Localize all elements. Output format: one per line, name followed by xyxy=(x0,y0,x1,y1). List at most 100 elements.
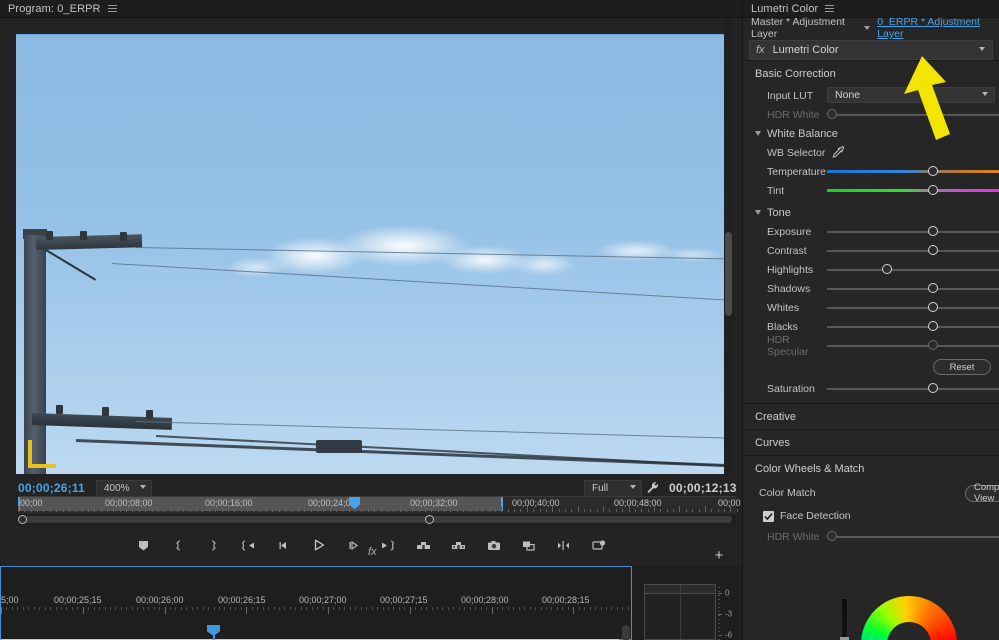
export-frame-icon[interactable] xyxy=(485,537,502,554)
slider-knob[interactable] xyxy=(928,283,938,293)
tone-row-whites: Whites xyxy=(743,298,999,317)
transform-corner-handle[interactable] xyxy=(28,440,56,468)
hamburger-icon[interactable] xyxy=(825,5,834,12)
slider-knob[interactable] xyxy=(928,185,938,195)
extract-icon[interactable] xyxy=(450,537,467,554)
video-frame[interactable] xyxy=(16,34,726,474)
slider-knob[interactable] xyxy=(882,264,892,274)
subsection-white-balance[interactable]: White Balance xyxy=(743,124,999,143)
button-editor-icon[interactable] xyxy=(590,537,607,554)
contrast-slider[interactable] xyxy=(827,241,999,260)
current-timecode[interactable]: 00;00;26;11 xyxy=(18,481,85,495)
insulator xyxy=(102,407,109,416)
duration-timecode[interactable]: 00;00;12;13 xyxy=(669,481,737,495)
play-stop-icon[interactable] xyxy=(310,537,327,554)
color-wheel-luma-slider[interactable] xyxy=(841,598,848,640)
slider-label: Highlights xyxy=(767,264,827,276)
multicam-icon[interactable] xyxy=(555,537,572,554)
slider-knob[interactable] xyxy=(928,383,938,393)
audio-meter-box[interactable] xyxy=(644,584,716,640)
timeline-playhead-line xyxy=(213,635,215,640)
timeline-ruler[interactable]: 5;0000;00;25;1500;00;26;0000;00;26;1500;… xyxy=(1,595,631,619)
step-back-icon[interactable] xyxy=(275,537,292,554)
slider-knob[interactable] xyxy=(928,302,938,312)
input-lut-label: Input LUT xyxy=(767,90,827,102)
hamburger-icon[interactable] xyxy=(108,5,117,12)
slider-knob[interactable] xyxy=(827,531,837,541)
tab-program-monitor[interactable]: Program: 0_ERPR xyxy=(8,3,101,15)
add-marker-icon[interactable] xyxy=(135,537,152,554)
hdr-specular-slider[interactable] xyxy=(827,336,999,355)
temperature-slider[interactable] xyxy=(827,162,999,181)
section-creative[interactable]: Creative xyxy=(743,403,999,429)
face-detection-checkbox[interactable] xyxy=(763,511,774,522)
exposure-slider[interactable] xyxy=(827,222,999,241)
video-preview-stage[interactable] xyxy=(0,18,742,476)
color-wheel[interactable] xyxy=(861,596,957,640)
timeline-panel[interactable]: 5;0000;00;25;1500;00;26;0000;00;26;1500;… xyxy=(0,566,632,640)
eyedropper-icon[interactable] xyxy=(831,145,846,163)
lift-icon[interactable] xyxy=(415,537,432,554)
target-master-label[interactable]: Master * Adjustment Layer xyxy=(751,16,857,40)
timeline-label: 00;00;28;00 xyxy=(461,595,509,605)
compare-view-button[interactable]: Compare View xyxy=(965,485,999,502)
mark-in-icon[interactable] xyxy=(170,537,187,554)
step-forward-icon[interactable] xyxy=(345,537,362,554)
video-vertical-scrollbar[interactable] xyxy=(724,18,733,476)
shadows-slider[interactable] xyxy=(827,279,999,298)
go-to-in-icon[interactable] xyxy=(240,537,257,554)
input-lut-dropdown[interactable]: None xyxy=(827,87,995,103)
slider-knob[interactable] xyxy=(928,245,938,255)
triangle-down-icon xyxy=(755,131,761,136)
slider-knob[interactable] xyxy=(928,166,938,176)
audio-meter-channel-left xyxy=(645,585,681,639)
db-label: 0 xyxy=(725,589,729,598)
db-minor-tick xyxy=(718,607,720,608)
db-minor-tick xyxy=(718,623,720,624)
timeline-vertical-scrollbar[interactable] xyxy=(622,625,630,640)
tint-slider[interactable] xyxy=(827,181,999,200)
section-curves[interactable]: Curves xyxy=(743,429,999,455)
slider-label: Blacks xyxy=(767,321,827,333)
db-minor-tick xyxy=(718,599,720,600)
mark-out-icon[interactable] xyxy=(205,537,222,554)
wrench-icon[interactable] xyxy=(646,481,659,497)
slider-label: Exposure xyxy=(767,226,827,238)
utility-pole xyxy=(24,235,46,474)
db-minor-tick xyxy=(718,631,720,632)
zoom-handle-right[interactable] xyxy=(425,515,434,524)
blacks-slider[interactable] xyxy=(827,317,999,336)
slider-knob[interactable] xyxy=(827,109,837,119)
chevron-down-icon[interactable] xyxy=(864,26,870,30)
saturation-label: Saturation xyxy=(767,383,827,395)
subsection-tone[interactable]: Tone xyxy=(743,203,999,222)
hdr-white-slider[interactable] xyxy=(827,105,999,124)
slider-knob[interactable] xyxy=(928,340,938,350)
target-clip-link[interactable]: 0_ERPR * Adjustment Layer xyxy=(877,16,991,40)
slider-knob[interactable] xyxy=(928,226,938,236)
saturation-slider[interactable] xyxy=(827,379,999,398)
chevron-down-icon[interactable] xyxy=(979,47,986,54)
comparison-view-icon[interactable] xyxy=(520,537,537,554)
zoom-handle-left[interactable] xyxy=(18,515,27,524)
chevron-down-icon xyxy=(982,92,989,99)
monitor-time-ruler[interactable]: 00;0000;00;08;0000;00;16;0000;00;24;0000… xyxy=(18,496,736,514)
zoom-scroll-bar[interactable] xyxy=(22,516,732,523)
highlights-slider[interactable] xyxy=(827,260,999,279)
tone-title: Tone xyxy=(767,207,791,219)
zoom-level-dropdown[interactable]: 400% xyxy=(96,480,152,497)
effect-selector[interactable]: fx Lumetri Color xyxy=(749,40,993,60)
scrollbar-thumb[interactable] xyxy=(725,232,732,316)
program-monitor-panel: Program: 0_ERPR xyxy=(0,0,742,566)
white-balance-title: White Balance xyxy=(767,128,838,140)
whites-slider[interactable] xyxy=(827,298,999,317)
go-to-out-icon[interactable] xyxy=(380,537,397,554)
section-basic-correction[interactable]: Basic Correction xyxy=(743,60,999,86)
reset-button[interactable]: Reset xyxy=(933,359,991,375)
section-color-wheels-match[interactable]: Color Wheels & Match xyxy=(743,455,999,481)
slider-knob[interactable] xyxy=(928,321,938,331)
hdr-white-slider[interactable] xyxy=(827,527,999,546)
playback-resolution-dropdown[interactable]: Full xyxy=(584,480,642,497)
tab-lumetri-color[interactable]: Lumetri Color xyxy=(751,3,818,15)
button-editor-plus[interactable]: + xyxy=(712,548,726,562)
